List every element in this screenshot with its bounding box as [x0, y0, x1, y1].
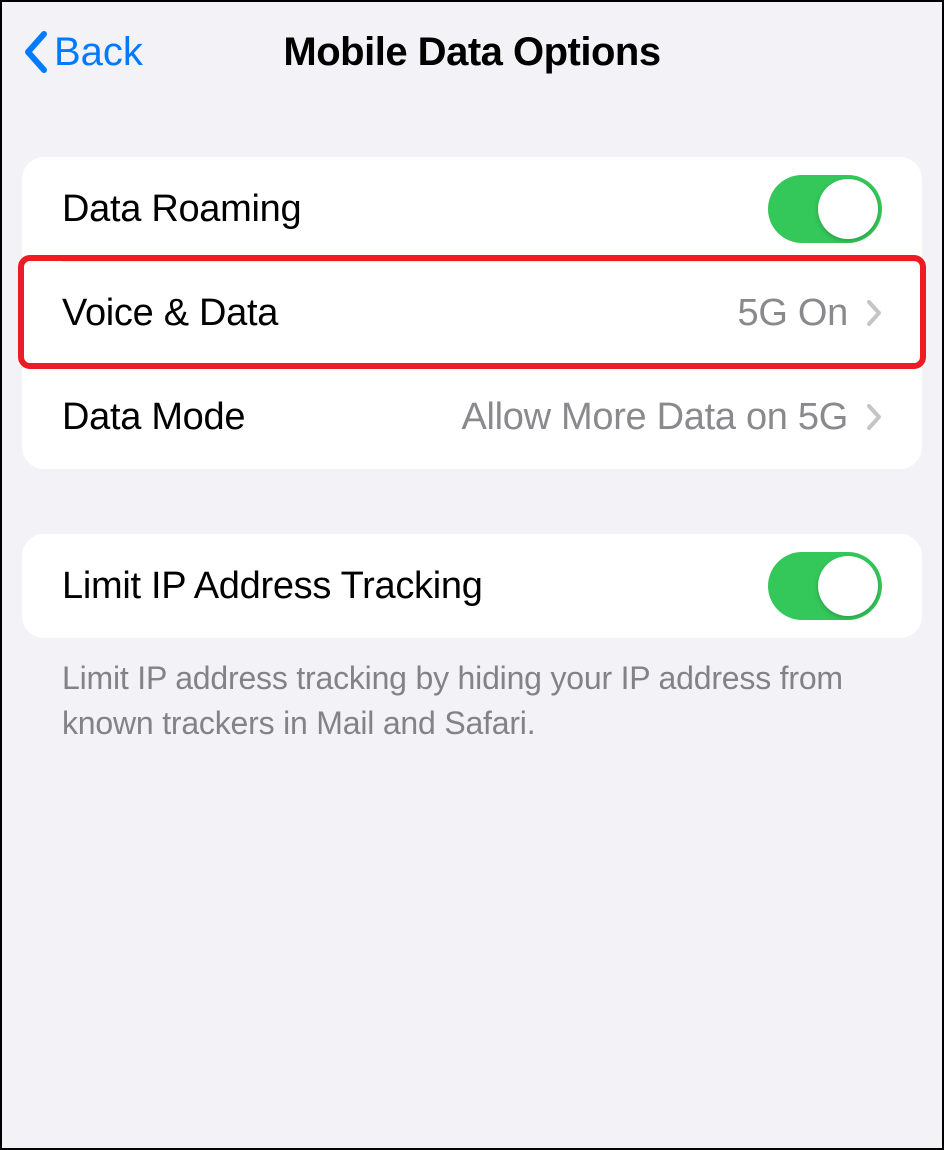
data-mode-right: Allow More Data on 5G: [461, 396, 882, 439]
back-button[interactable]: Back: [22, 30, 143, 75]
data-mode-row[interactable]: Data Mode Allow More Data on 5G: [22, 365, 922, 469]
settings-group-2: Limit IP Address Tracking: [22, 534, 922, 638]
chevron-left-icon: [22, 30, 48, 74]
limit-ip-row[interactable]: Limit IP Address Tracking: [22, 534, 922, 638]
back-label: Back: [54, 30, 143, 75]
chevron-right-icon: [866, 299, 882, 327]
navigation-header: Back Mobile Data Options: [2, 2, 942, 102]
data-mode-label: Data Mode: [62, 396, 245, 439]
settings-group-1: Data Roaming Voice & Data 5G On Data Mod…: [22, 157, 922, 469]
chevron-right-icon: [866, 403, 882, 431]
data-mode-value: Allow More Data on 5G: [461, 396, 848, 439]
data-roaming-label: Data Roaming: [62, 188, 301, 231]
data-roaming-row[interactable]: Data Roaming: [22, 157, 922, 261]
voice-data-label: Voice & Data: [62, 292, 278, 335]
limit-ip-toggle[interactable]: [768, 552, 882, 620]
limit-ip-footer: Limit IP address tracking by hiding your…: [22, 638, 922, 746]
voice-data-right: 5G On: [738, 292, 882, 335]
limit-ip-label: Limit IP Address Tracking: [62, 565, 483, 608]
page-title: Mobile Data Options: [2, 30, 942, 75]
data-roaming-toggle[interactable]: [768, 175, 882, 243]
voice-data-value: 5G On: [738, 292, 848, 335]
toggle-knob: [818, 179, 878, 239]
content-area: Data Roaming Voice & Data 5G On Data Mod…: [2, 102, 942, 746]
toggle-knob: [818, 556, 878, 616]
voice-data-row[interactable]: Voice & Data 5G On: [22, 261, 922, 365]
